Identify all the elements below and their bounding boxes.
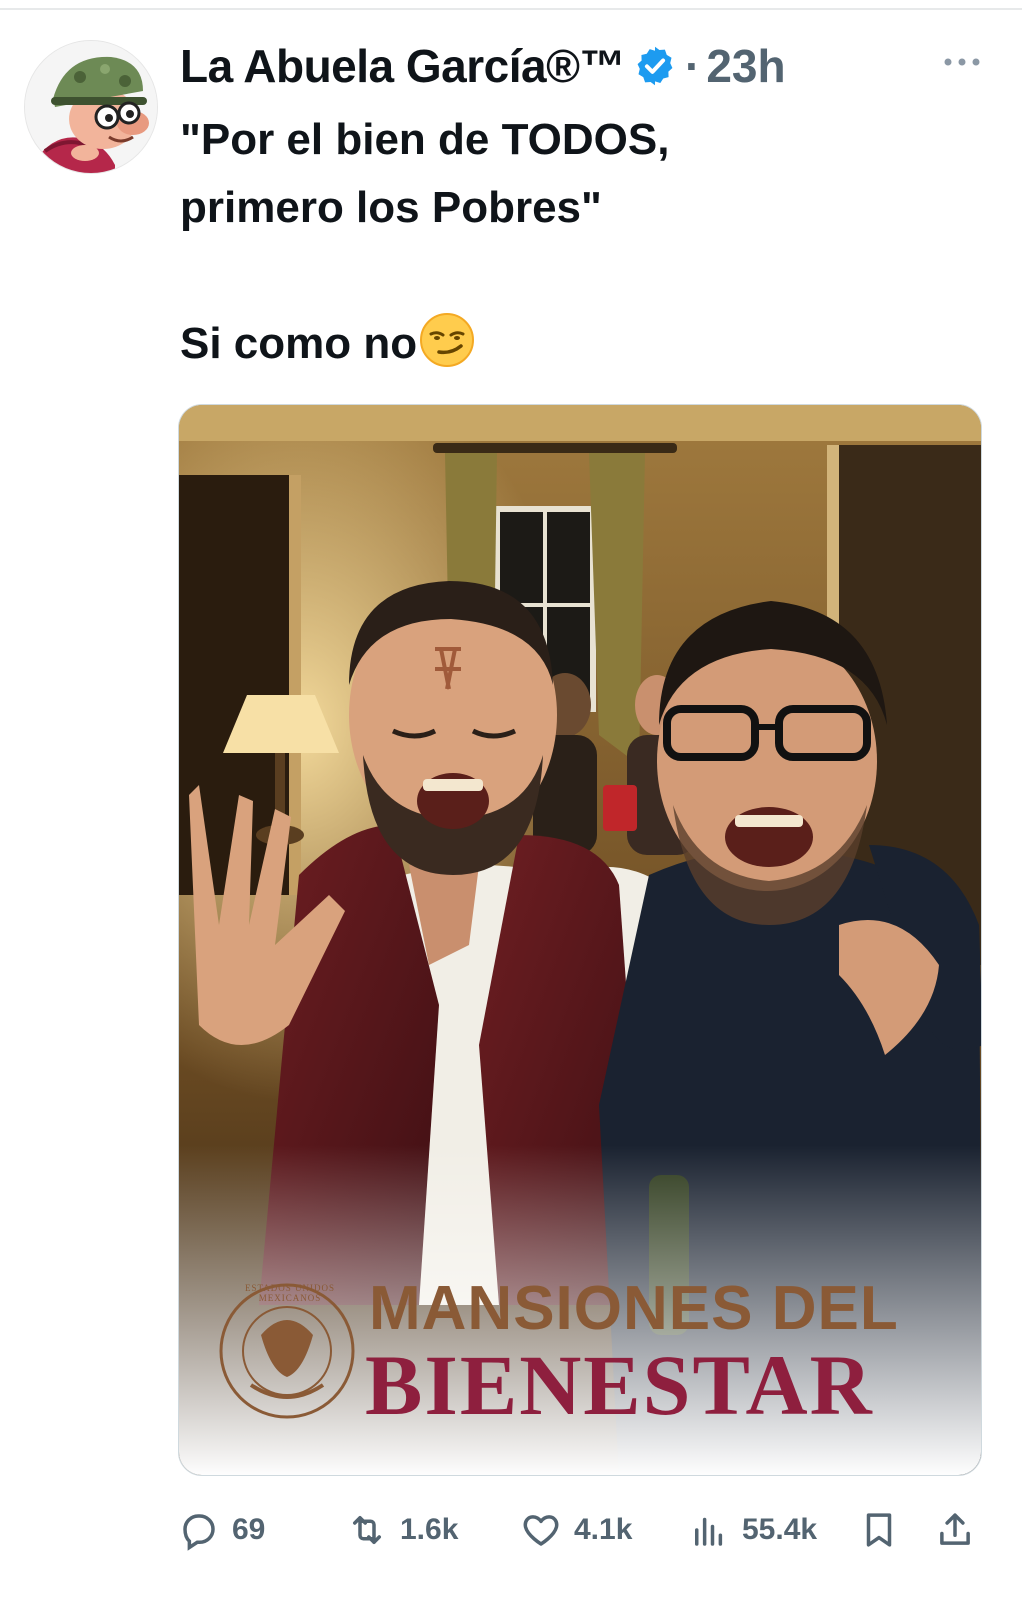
tweet-header: La Abuela García®™ · 23h	[180, 38, 786, 94]
tweet-action-bar: 69 1.6k 4.1k 55.4k	[178, 1500, 978, 1560]
retweet-icon	[353, 1516, 381, 1544]
top-divider	[0, 8, 1022, 10]
tweet-timestamp[interactable]: 23h	[706, 39, 785, 93]
retweet-button[interactable]: 1.6k	[346, 1506, 458, 1554]
separator-dot: ·	[685, 40, 701, 92]
banner-line-1: MANSIONES DEL	[369, 1274, 899, 1343]
reply-count: 69	[232, 1513, 266, 1546]
tweet-text: "Por el bien de TODOS, primero los Pobre…	[180, 106, 980, 378]
bookmark-button[interactable]	[858, 1506, 900, 1554]
reply-icon	[183, 1514, 215, 1551]
retweet-count: 1.6k	[400, 1513, 459, 1546]
views-bar-chart-icon	[695, 1517, 723, 1546]
more-options-icon[interactable]	[940, 50, 984, 74]
avatar-illustration	[25, 41, 157, 173]
share-button[interactable]	[934, 1506, 976, 1554]
tweet-media-image[interactable]: ESTADOS UNIDOS MEXICANOS MANSIONES DEL B…	[178, 404, 982, 1476]
author-avatar[interactable]	[24, 40, 158, 174]
verified-badge-icon[interactable]	[633, 44, 677, 88]
seal-text: ESTADOS UNIDOS MEXICANOS	[244, 1283, 336, 1303]
like-button[interactable]: 4.1k	[520, 1506, 632, 1554]
like-count: 4.1k	[574, 1513, 633, 1546]
share-icon	[940, 1513, 970, 1545]
views-button[interactable]: 55.4k	[688, 1506, 817, 1554]
view-count: 55.4k	[742, 1513, 818, 1546]
author-name[interactable]: La Abuela García®™	[180, 39, 626, 93]
banner-line-2: BIENESTAR	[365, 1337, 874, 1433]
heart-icon	[523, 1515, 559, 1546]
bookmark-icon	[866, 1513, 892, 1547]
reply-button[interactable]: 69	[178, 1506, 265, 1554]
smirking-face-emoji	[420, 313, 475, 367]
